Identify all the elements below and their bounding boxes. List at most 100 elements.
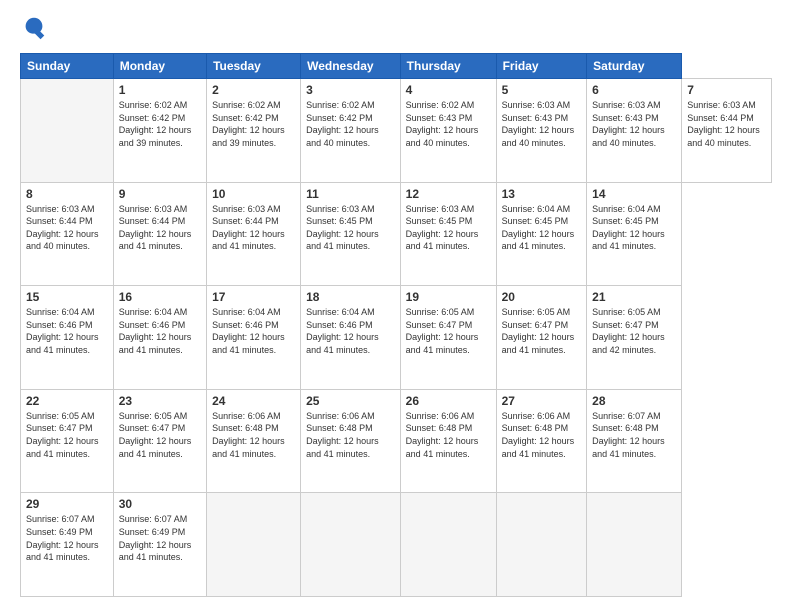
day-number: 14	[592, 187, 676, 201]
day-info: Sunrise: 6:03 AMSunset: 6:45 PMDaylight:…	[306, 203, 395, 253]
calendar-cell: 15 Sunrise: 6:04 AMSunset: 6:46 PMDaylig…	[21, 286, 114, 390]
calendar-cell: 3 Sunrise: 6:02 AMSunset: 6:42 PMDayligh…	[301, 79, 401, 183]
calendar-cell: 10 Sunrise: 6:03 AMSunset: 6:44 PMDaylig…	[207, 182, 301, 286]
calendar-cell: 6 Sunrise: 6:03 AMSunset: 6:43 PMDayligh…	[587, 79, 682, 183]
day-info: Sunrise: 6:06 AMSunset: 6:48 PMDaylight:…	[212, 410, 295, 460]
calendar-header-wednesday: Wednesday	[301, 54, 401, 79]
calendar-header-tuesday: Tuesday	[207, 54, 301, 79]
calendar-week-2: 8 Sunrise: 6:03 AMSunset: 6:44 PMDayligh…	[21, 182, 772, 286]
calendar-cell: 21 Sunrise: 6:05 AMSunset: 6:47 PMDaylig…	[587, 286, 682, 390]
day-info: Sunrise: 6:05 AMSunset: 6:47 PMDaylight:…	[406, 306, 491, 356]
calendar-header-monday: Monday	[113, 54, 206, 79]
calendar-cell: 25 Sunrise: 6:06 AMSunset: 6:48 PMDaylig…	[301, 389, 401, 493]
calendar-cell: 8 Sunrise: 6:03 AMSunset: 6:44 PMDayligh…	[21, 182, 114, 286]
day-number: 5	[502, 83, 582, 97]
day-number: 9	[119, 187, 201, 201]
day-info: Sunrise: 6:04 AMSunset: 6:46 PMDaylight:…	[306, 306, 395, 356]
calendar-cell: 23 Sunrise: 6:05 AMSunset: 6:47 PMDaylig…	[113, 389, 206, 493]
day-number: 22	[26, 394, 108, 408]
day-info: Sunrise: 6:03 AMSunset: 6:43 PMDaylight:…	[502, 99, 582, 149]
calendar-header-row: SundayMondayTuesdayWednesdayThursdayFrid…	[21, 54, 772, 79]
day-info: Sunrise: 6:02 AMSunset: 6:42 PMDaylight:…	[212, 99, 295, 149]
calendar-cell: 5 Sunrise: 6:03 AMSunset: 6:43 PMDayligh…	[496, 79, 587, 183]
calendar-cell	[400, 493, 496, 597]
day-number: 19	[406, 290, 491, 304]
day-number: 6	[592, 83, 676, 97]
calendar-cell: 9 Sunrise: 6:03 AMSunset: 6:44 PMDayligh…	[113, 182, 206, 286]
day-number: 24	[212, 394, 295, 408]
day-number: 20	[502, 290, 582, 304]
day-info: Sunrise: 6:04 AMSunset: 6:46 PMDaylight:…	[26, 306, 108, 356]
logo	[20, 15, 52, 43]
calendar-cell: 4 Sunrise: 6:02 AMSunset: 6:43 PMDayligh…	[400, 79, 496, 183]
calendar-cell: 27 Sunrise: 6:06 AMSunset: 6:48 PMDaylig…	[496, 389, 587, 493]
day-info: Sunrise: 6:05 AMSunset: 6:47 PMDaylight:…	[26, 410, 108, 460]
calendar-week-1: 1 Sunrise: 6:02 AMSunset: 6:42 PMDayligh…	[21, 79, 772, 183]
calendar-cell: 12 Sunrise: 6:03 AMSunset: 6:45 PMDaylig…	[400, 182, 496, 286]
calendar-header-friday: Friday	[496, 54, 587, 79]
calendar-cell	[207, 493, 301, 597]
calendar-cell: 22 Sunrise: 6:05 AMSunset: 6:47 PMDaylig…	[21, 389, 114, 493]
day-info: Sunrise: 6:03 AMSunset: 6:44 PMDaylight:…	[26, 203, 108, 253]
day-info: Sunrise: 6:06 AMSunset: 6:48 PMDaylight:…	[406, 410, 491, 460]
day-number: 16	[119, 290, 201, 304]
day-info: Sunrise: 6:06 AMSunset: 6:48 PMDaylight:…	[502, 410, 582, 460]
day-number: 27	[502, 394, 582, 408]
day-number: 8	[26, 187, 108, 201]
day-info: Sunrise: 6:03 AMSunset: 6:44 PMDaylight:…	[212, 203, 295, 253]
day-number: 21	[592, 290, 676, 304]
day-number: 29	[26, 497, 108, 511]
day-number: 30	[119, 497, 201, 511]
calendar-cell: 11 Sunrise: 6:03 AMSunset: 6:45 PMDaylig…	[301, 182, 401, 286]
calendar-header-thursday: Thursday	[400, 54, 496, 79]
day-number: 13	[502, 187, 582, 201]
day-info: Sunrise: 6:06 AMSunset: 6:48 PMDaylight:…	[306, 410, 395, 460]
day-info: Sunrise: 6:05 AMSunset: 6:47 PMDaylight:…	[502, 306, 582, 356]
day-info: Sunrise: 6:03 AMSunset: 6:45 PMDaylight:…	[406, 203, 491, 253]
calendar-cell: 28 Sunrise: 6:07 AMSunset: 6:48 PMDaylig…	[587, 389, 682, 493]
day-number: 3	[306, 83, 395, 97]
calendar-cell: 17 Sunrise: 6:04 AMSunset: 6:46 PMDaylig…	[207, 286, 301, 390]
day-info: Sunrise: 6:07 AMSunset: 6:48 PMDaylight:…	[592, 410, 676, 460]
day-info: Sunrise: 6:04 AMSunset: 6:45 PMDaylight:…	[502, 203, 582, 253]
day-number: 28	[592, 394, 676, 408]
day-info: Sunrise: 6:02 AMSunset: 6:42 PMDaylight:…	[306, 99, 395, 149]
day-number: 25	[306, 394, 395, 408]
day-info: Sunrise: 6:07 AMSunset: 6:49 PMDaylight:…	[119, 513, 201, 563]
calendar-cell: 19 Sunrise: 6:05 AMSunset: 6:47 PMDaylig…	[400, 286, 496, 390]
calendar-week-4: 22 Sunrise: 6:05 AMSunset: 6:47 PMDaylig…	[21, 389, 772, 493]
day-number: 10	[212, 187, 295, 201]
calendar-cell: 29 Sunrise: 6:07 AMSunset: 6:49 PMDaylig…	[21, 493, 114, 597]
day-info: Sunrise: 6:05 AMSunset: 6:47 PMDaylight:…	[119, 410, 201, 460]
calendar-week-5: 29 Sunrise: 6:07 AMSunset: 6:49 PMDaylig…	[21, 493, 772, 597]
header	[20, 15, 772, 43]
day-number: 7	[687, 83, 766, 97]
calendar-cell: 16 Sunrise: 6:04 AMSunset: 6:46 PMDaylig…	[113, 286, 206, 390]
day-number: 12	[406, 187, 491, 201]
calendar-cell: 14 Sunrise: 6:04 AMSunset: 6:45 PMDaylig…	[587, 182, 682, 286]
day-info: Sunrise: 6:03 AMSunset: 6:44 PMDaylight:…	[119, 203, 201, 253]
day-info: Sunrise: 6:05 AMSunset: 6:47 PMDaylight:…	[592, 306, 676, 356]
calendar-cell: 24 Sunrise: 6:06 AMSunset: 6:48 PMDaylig…	[207, 389, 301, 493]
calendar-cell	[301, 493, 401, 597]
day-info: Sunrise: 6:02 AMSunset: 6:43 PMDaylight:…	[406, 99, 491, 149]
day-number: 18	[306, 290, 395, 304]
day-info: Sunrise: 6:04 AMSunset: 6:45 PMDaylight:…	[592, 203, 676, 253]
page: SundayMondayTuesdayWednesdayThursdayFrid…	[0, 0, 792, 612]
calendar-cell: 20 Sunrise: 6:05 AMSunset: 6:47 PMDaylig…	[496, 286, 587, 390]
calendar-cell: 13 Sunrise: 6:04 AMSunset: 6:45 PMDaylig…	[496, 182, 587, 286]
day-number: 4	[406, 83, 491, 97]
day-info: Sunrise: 6:04 AMSunset: 6:46 PMDaylight:…	[212, 306, 295, 356]
day-number: 17	[212, 290, 295, 304]
calendar-table: SundayMondayTuesdayWednesdayThursdayFrid…	[20, 53, 772, 597]
calendar-cell	[587, 493, 682, 597]
calendar-cell: 18 Sunrise: 6:04 AMSunset: 6:46 PMDaylig…	[301, 286, 401, 390]
calendar-cell: 30 Sunrise: 6:07 AMSunset: 6:49 PMDaylig…	[113, 493, 206, 597]
logo-icon	[20, 15, 48, 43]
day-number: 23	[119, 394, 201, 408]
calendar-cell: 2 Sunrise: 6:02 AMSunset: 6:42 PMDayligh…	[207, 79, 301, 183]
day-info: Sunrise: 6:07 AMSunset: 6:49 PMDaylight:…	[26, 513, 108, 563]
day-number: 11	[306, 187, 395, 201]
calendar-header-saturday: Saturday	[587, 54, 682, 79]
calendar-cell: 7 Sunrise: 6:03 AMSunset: 6:44 PMDayligh…	[682, 79, 772, 183]
